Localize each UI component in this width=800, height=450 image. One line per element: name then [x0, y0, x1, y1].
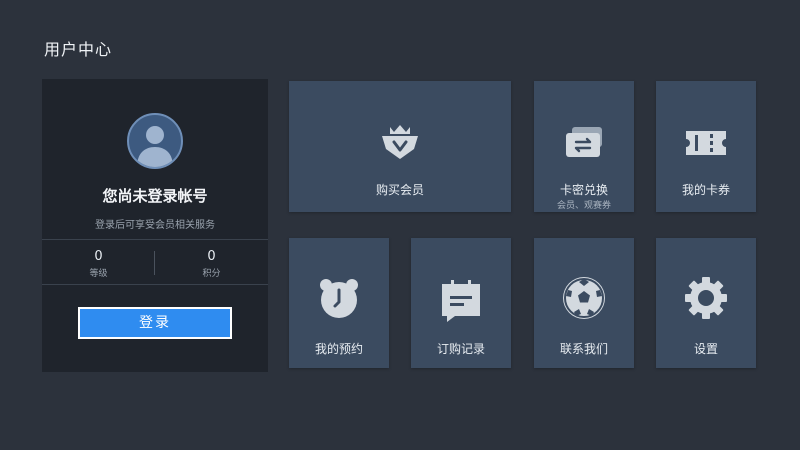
level-value: 0: [94, 249, 103, 264]
message-card-icon: [442, 280, 480, 322]
my-coupons-label: 我的卡券: [681, 183, 730, 197]
ticket-icon: [686, 131, 726, 155]
card-redeem-label: 卡密兑换: [559, 183, 608, 197]
soccer-ball-icon: [563, 277, 605, 319]
level-stat: 0 等级: [42, 249, 155, 279]
login-hint: 登录后可享受会员相关服务: [95, 220, 215, 231]
level-label: 等级: [89, 269, 108, 279]
page-title: 用户中心: [44, 40, 113, 59]
order-history-label: 订购记录: [436, 342, 485, 356]
gear-icon: [685, 277, 727, 319]
points-value: 0: [207, 249, 216, 264]
contact-us-label: 联系我们: [559, 342, 608, 356]
divider: [42, 284, 268, 285]
settings-label: 设置: [693, 342, 718, 356]
my-coupons-tile[interactable]: 我的卡券: [656, 81, 756, 212]
buy-vip-tile[interactable]: 购买会员: [289, 81, 511, 212]
card-exchange-icon: [566, 127, 602, 157]
user-card: 您尚未登录帐号 登录后可享受会员相关服务 0 等级 0 积分 登录: [42, 79, 268, 372]
alarm-clock-icon: [320, 279, 358, 318]
my-reservations-label: 我的预约: [314, 342, 363, 356]
buy-vip-label: 购买会员: [375, 183, 424, 197]
order-history-tile[interactable]: 订购记录: [411, 238, 511, 368]
divider: [42, 239, 268, 240]
vip-badge-icon: [382, 125, 418, 159]
my-reservations-tile[interactable]: 我的预约: [289, 238, 389, 368]
card-redeem-tile[interactable]: 卡密兑换 会员、观赛券: [534, 81, 634, 212]
user-avatar-icon: [127, 113, 183, 169]
login-button[interactable]: 登录: [78, 307, 232, 339]
settings-tile[interactable]: 设置: [656, 238, 756, 368]
contact-us-tile[interactable]: 联系我们: [534, 238, 634, 368]
card-redeem-sublabel: 会员、观赛券: [556, 201, 611, 211]
points-label: 积分: [202, 269, 221, 279]
login-status-title: 您尚未登录帐号: [102, 187, 208, 205]
points-stat: 0 积分: [155, 249, 268, 279]
